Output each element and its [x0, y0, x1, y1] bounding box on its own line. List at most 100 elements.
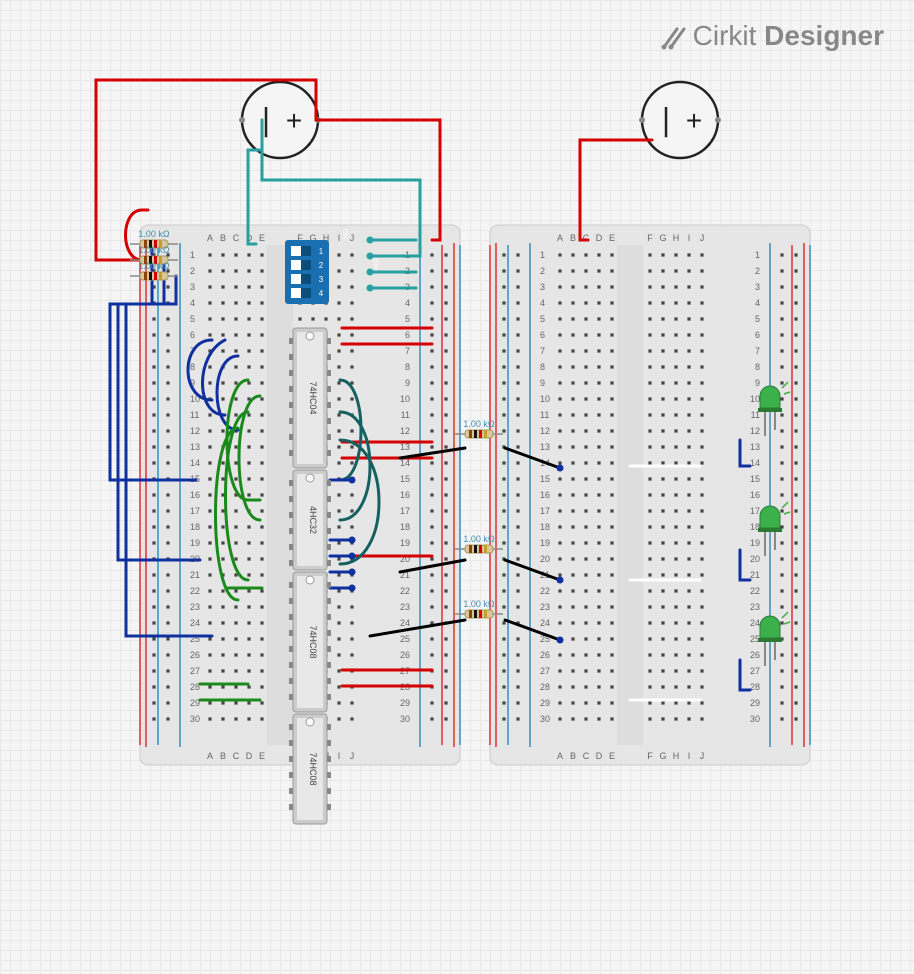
svg-text:I: I: [688, 233, 691, 243]
svg-text:29: 29: [190, 698, 200, 708]
svg-text:74HC08: 74HC08: [308, 752, 318, 785]
resistor-label: 1.00 kΩ: [138, 261, 170, 271]
svg-text:4HC32: 4HC32: [308, 506, 318, 534]
resistor-label: 1.00 kΩ: [463, 534, 495, 544]
svg-text:1: 1: [755, 250, 760, 260]
svg-text:21: 21: [190, 570, 200, 580]
svg-text:17: 17: [400, 506, 410, 516]
svg-text:19: 19: [540, 538, 550, 548]
svg-text:30: 30: [400, 714, 410, 724]
svg-text:A: A: [557, 751, 563, 761]
svg-text:24: 24: [190, 618, 200, 628]
svg-text:4: 4: [405, 298, 410, 308]
brand-name-bold: Designer: [764, 20, 884, 51]
svg-text:74HC04: 74HC04: [308, 381, 318, 414]
svg-text:22: 22: [190, 586, 200, 596]
svg-text:26: 26: [540, 650, 550, 660]
svg-text:6: 6: [755, 330, 760, 340]
svg-text:24: 24: [750, 618, 760, 628]
svg-text:20: 20: [540, 554, 550, 564]
svg-text:2: 2: [319, 261, 324, 270]
resistor-label: 1.00 kΩ: [138, 229, 170, 239]
svg-text:23: 23: [750, 602, 760, 612]
svg-text:D: D: [596, 751, 603, 761]
svg-text:30: 30: [190, 714, 200, 724]
svg-text:22: 22: [400, 586, 410, 596]
svg-text:11: 11: [540, 410, 549, 420]
svg-text:29: 29: [400, 698, 410, 708]
svg-text:6: 6: [540, 330, 545, 340]
svg-text:11: 11: [401, 410, 410, 420]
svg-text:16: 16: [400, 490, 410, 500]
svg-text:22: 22: [540, 586, 550, 596]
svg-text:29: 29: [750, 698, 760, 708]
svg-text:16: 16: [540, 490, 550, 500]
svg-text:B: B: [220, 751, 226, 761]
svg-text:|: |: [657, 103, 675, 138]
svg-text:C: C: [233, 233, 240, 243]
svg-text:21: 21: [750, 570, 760, 580]
svg-text:20: 20: [750, 554, 760, 564]
svg-text:24: 24: [400, 618, 410, 628]
svg-text:H: H: [673, 233, 680, 243]
ic-chip: 74HC08: [289, 572, 331, 712]
svg-text:H: H: [673, 751, 680, 761]
svg-text:D: D: [596, 233, 603, 243]
logo-icon: [659, 24, 687, 52]
svg-text:16: 16: [190, 490, 200, 500]
circuit-canvas[interactable]: 1122334455667788991010111112121313141415…: [0, 0, 914, 974]
svg-text:6: 6: [190, 330, 195, 340]
svg-text:4: 4: [190, 298, 195, 308]
svg-text:J: J: [350, 751, 355, 761]
svg-text:G: G: [659, 233, 666, 243]
svg-text:26: 26: [190, 650, 200, 660]
svg-text:7: 7: [540, 346, 545, 356]
svg-text:E: E: [609, 233, 615, 243]
svg-text:25: 25: [400, 634, 410, 644]
power-source: |+: [239, 82, 321, 158]
svg-text:23: 23: [400, 602, 410, 612]
svg-text:15: 15: [540, 474, 550, 484]
svg-text:5: 5: [540, 314, 545, 324]
svg-text:B: B: [570, 751, 576, 761]
svg-text:3: 3: [319, 275, 324, 284]
brand-name-light: Cirkit: [693, 20, 757, 51]
svg-text:G: G: [659, 751, 666, 761]
svg-text:16: 16: [750, 490, 760, 500]
svg-text:22: 22: [750, 586, 760, 596]
svg-text:12: 12: [750, 426, 760, 436]
svg-text:74HC08: 74HC08: [308, 625, 318, 658]
svg-text:11: 11: [190, 410, 199, 420]
svg-text:23: 23: [190, 602, 200, 612]
svg-text:28: 28: [750, 682, 760, 692]
svg-text:I: I: [338, 233, 341, 243]
svg-text:J: J: [700, 751, 705, 761]
svg-text:1: 1: [540, 250, 545, 260]
svg-text:9: 9: [755, 378, 760, 388]
svg-text:E: E: [259, 751, 265, 761]
svg-text:2: 2: [540, 266, 545, 276]
svg-text:B: B: [220, 233, 226, 243]
svg-text:A: A: [207, 233, 213, 243]
svg-text:+: +: [686, 105, 702, 136]
svg-text:7: 7: [755, 346, 760, 356]
svg-text:13: 13: [750, 442, 760, 452]
svg-text:2: 2: [755, 266, 760, 276]
svg-text:A: A: [557, 233, 563, 243]
svg-text:28: 28: [540, 682, 550, 692]
svg-text:27: 27: [750, 666, 760, 676]
power-source: |+: [639, 82, 721, 158]
svg-text:13: 13: [190, 442, 200, 452]
svg-text:8: 8: [540, 362, 545, 372]
svg-text:26: 26: [750, 650, 760, 660]
svg-text:1: 1: [190, 250, 195, 260]
svg-text:27: 27: [540, 666, 550, 676]
ic-chip: 74HC08: [289, 714, 331, 824]
svg-text:27: 27: [190, 666, 200, 676]
svg-text:19: 19: [750, 538, 760, 548]
svg-text:14: 14: [750, 458, 760, 468]
svg-text:3: 3: [540, 282, 545, 292]
svg-text:J: J: [350, 233, 355, 243]
svg-text:1: 1: [319, 247, 324, 256]
svg-text:10: 10: [540, 394, 550, 404]
